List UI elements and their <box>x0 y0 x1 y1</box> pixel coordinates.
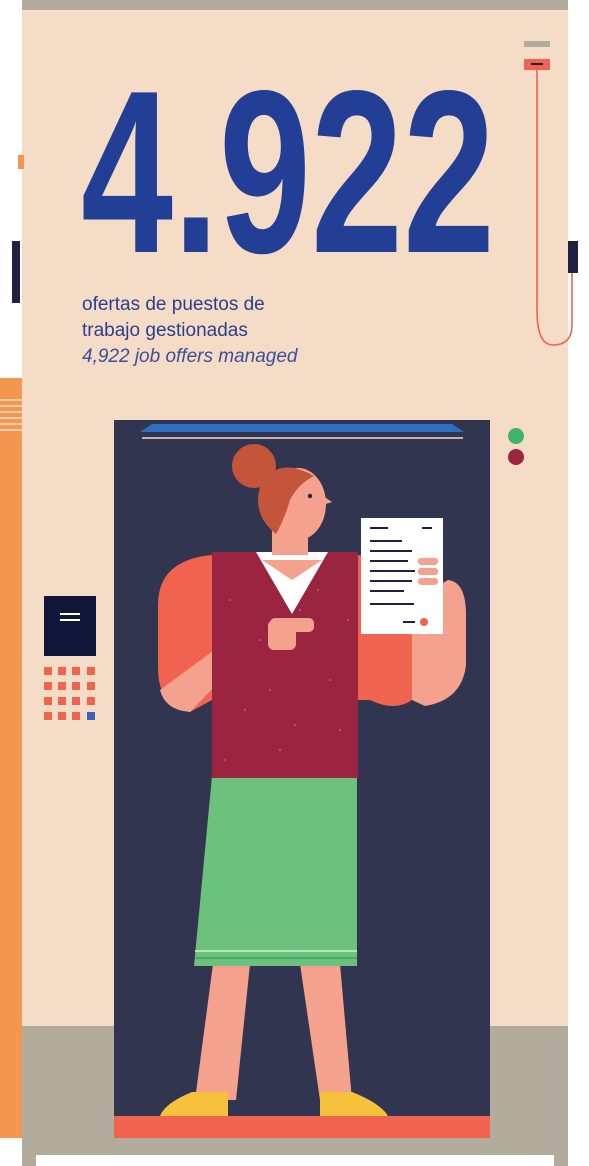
stat-number-text: 4.922 <box>81 43 495 290</box>
skirt <box>194 776 357 966</box>
base-strip <box>36 1155 554 1166</box>
document-icon <box>361 518 443 634</box>
green-light <box>508 428 524 444</box>
stat-caption: ofertas de puestos de trabajo gestionada… <box>82 292 412 370</box>
caption-spanish-line-1: ofertas de puestos de <box>82 294 265 315</box>
elevator-ceiling-light <box>140 424 464 432</box>
caption-english: 4,922 job offers managed <box>82 346 298 367</box>
eye <box>307 493 313 499</box>
top-strip <box>22 0 568 10</box>
stat-number: 4.922 <box>81 43 495 290</box>
red-light <box>508 449 524 465</box>
wall-tick <box>18 155 24 169</box>
right-gray-bar <box>524 41 550 47</box>
left-dark-bar <box>12 241 20 303</box>
orange-wall <box>0 378 22 1138</box>
hair-bun <box>232 444 276 488</box>
elevator-panel <box>44 596 96 656</box>
right-dark-bar <box>568 241 578 273</box>
pointing-fist <box>268 620 296 650</box>
caption-spanish-line-2: trabajo gestionadas <box>82 320 248 341</box>
elevator-floor <box>114 1116 490 1138</box>
